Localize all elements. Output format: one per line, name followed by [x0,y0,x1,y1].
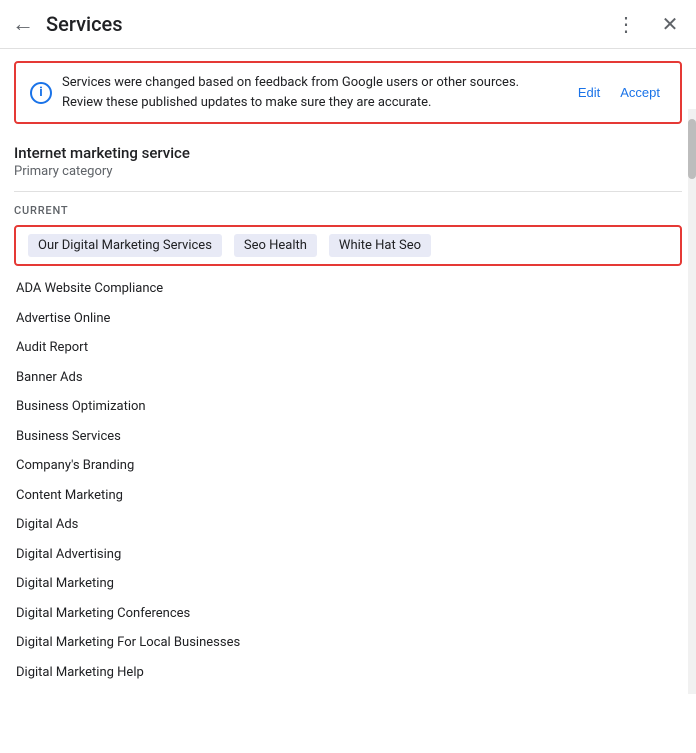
header: ← Services ⋮ ✕ [0,0,696,49]
scrollbar[interactable] [688,109,696,694]
list-item[interactable]: Digital Marketing Conferences [14,599,682,629]
page-title: Services [46,12,612,36]
list-item[interactable]: Content Marketing [14,481,682,511]
list-item[interactable]: Advertise Online [14,304,682,334]
list-item[interactable]: Digital Ads [14,510,682,540]
alert-actions: Edit Accept [572,81,666,104]
list-item[interactable]: Digital Advertising [14,540,682,570]
list-item[interactable]: ADA Website Compliance [14,274,682,304]
list-item[interactable]: Digital Marketing [14,569,682,599]
back-button[interactable]: ← [12,11,34,37]
list-item[interactable]: Digital Marketing For Local Businesses [14,628,682,658]
business-subcategory: Primary category [0,164,696,187]
edit-button[interactable]: Edit [572,81,606,104]
business-category: Internet marketing service [0,136,696,164]
info-icon: i [30,82,52,104]
alert-message: Services were changed based on feedback … [62,73,562,112]
services-list: ADA Website Compliance Advertise Online … [0,274,696,694]
list-item[interactable]: Digital Marketing Speaker [14,687,682,694]
list-item[interactable]: Company's Branding [14,451,682,481]
list-item[interactable]: Digital Marketing Help [14,658,682,688]
divider [14,191,682,192]
list-item[interactable]: Audit Report [14,333,682,363]
scrollbar-thumb[interactable] [688,119,696,179]
list-item[interactable]: Banner Ads [14,363,682,393]
alert-banner: i Services were changed based on feedbac… [14,61,682,124]
list-item[interactable]: Business Optimization [14,392,682,422]
selected-items-box: Our Digital Marketing Services Seo Healt… [14,225,682,266]
selected-item[interactable]: Seo Health [234,234,317,257]
accept-button[interactable]: Accept [614,81,666,104]
close-button[interactable]: ✕ [656,10,684,38]
selected-item[interactable]: White Hat Seo [329,234,431,257]
list-item[interactable]: Business Services [14,422,682,452]
more-options-button[interactable]: ⋮ [612,10,640,38]
main-content: i Services were changed based on feedbac… [0,49,696,694]
header-icons: ⋮ ✕ [612,10,684,38]
selected-item[interactable]: Our Digital Marketing Services [28,234,222,257]
current-label: CURRENT [0,196,696,221]
